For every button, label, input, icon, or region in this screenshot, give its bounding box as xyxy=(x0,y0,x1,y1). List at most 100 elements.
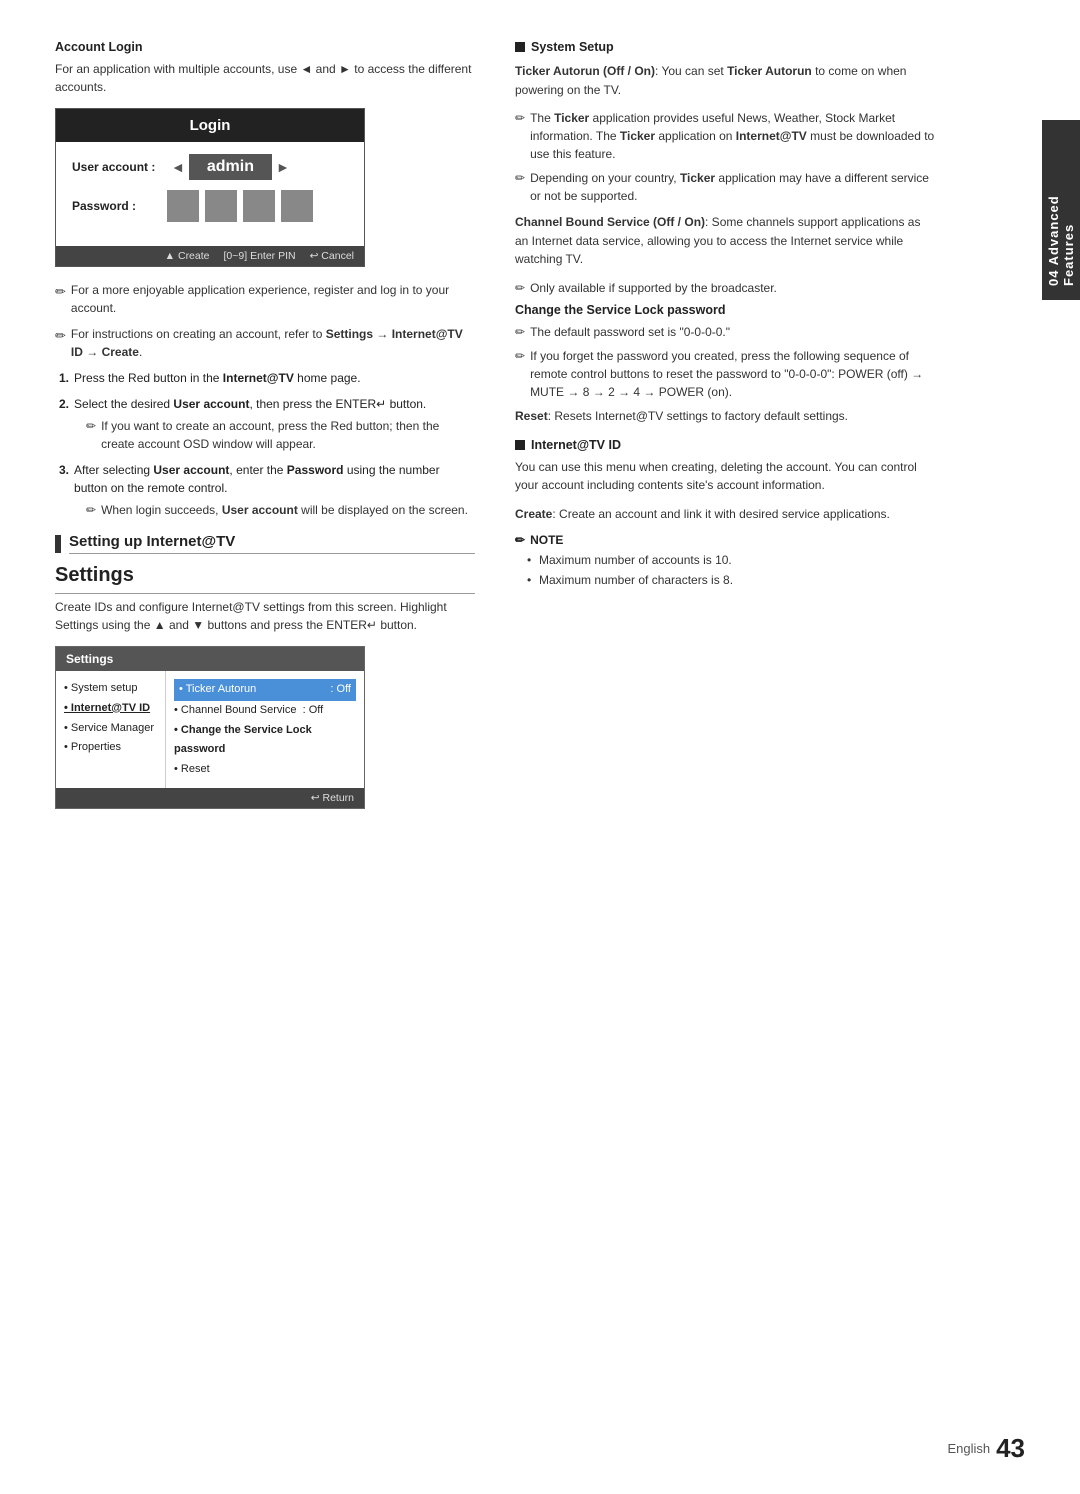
right-column: System Setup Ticker Autorun (Off / On): … xyxy=(515,40,935,1454)
ticker-value: : Off xyxy=(330,680,351,700)
change-lock-title: Change the Service Lock password xyxy=(515,303,935,317)
ticker-note-icon-2: ✏ xyxy=(515,169,525,187)
settings-item-internet: • Internet@TV ID xyxy=(64,699,157,719)
account-login-section: Account Login For an application with mu… xyxy=(55,40,475,519)
note-box-title-text: NOTE xyxy=(530,533,563,547)
system-setup-section: System Setup Ticker Autorun (Off / On): … xyxy=(515,40,935,426)
note-bullet-list: Maximum number of accounts is 10. Maximu… xyxy=(515,551,935,589)
side-tab-label: 04 Advanced Features xyxy=(1046,134,1076,286)
num-1: 1. xyxy=(59,369,69,387)
settings-intro: Create IDs and configure Internet@TV set… xyxy=(55,598,475,634)
settings-dialog: Settings • System setup • Internet@TV ID… xyxy=(55,646,365,809)
ticker-autorun-para: Ticker Autorun (Off / On): You can set T… xyxy=(515,62,935,99)
sub-note-text-3: When login succeeds, User account will b… xyxy=(101,501,468,519)
internet-tv-id-title-text: Internet@TV ID xyxy=(531,438,621,452)
item-1-text: Press the Red button in the Internet@TV … xyxy=(74,369,361,387)
settings-dialog-footer: ↩ Return xyxy=(56,788,364,808)
side-tab: 04 Advanced Features xyxy=(1042,120,1080,300)
sub-note-icon-2: ✏ xyxy=(86,417,96,435)
password-box-2 xyxy=(205,190,237,222)
internet-tv-id-text: You can use this menu when creating, del… xyxy=(515,458,935,495)
item-2-text: Select the desired User account, then pr… xyxy=(74,397,426,411)
settings-item-system: • System setup xyxy=(64,679,157,699)
password-box-4 xyxy=(281,190,313,222)
ticker-note-text-1: The Ticker application provides useful N… xyxy=(530,109,935,163)
black-square-icon-2 xyxy=(515,440,525,450)
login-dialog-body: User account : ◄ admin ► Password : xyxy=(56,142,364,246)
channel-note-text-1: Only available if supported by the broad… xyxy=(530,279,777,297)
ticker-autorun-row: • Ticker Autorun : Off xyxy=(174,679,356,701)
numbered-item-2: 2. Select the desired User account, then… xyxy=(59,395,475,453)
note-box-title: ✏ NOTE xyxy=(515,533,935,547)
settings-item-properties: • Properties xyxy=(64,738,157,758)
settings-right-panel: • Ticker Autorun : Off • Channel Bound S… xyxy=(166,671,364,788)
footer-create: ▲ Create xyxy=(165,250,210,262)
black-square-icon xyxy=(515,42,525,52)
user-account-row: User account : ◄ admin ► xyxy=(72,154,348,180)
note-text-2: For instructions on creating an account,… xyxy=(71,325,475,361)
channel-note-icon-1: ✏ xyxy=(515,279,525,297)
settings-item-service: • Service Manager xyxy=(64,719,157,739)
page-footer: English 43 xyxy=(947,1433,1025,1464)
setting-up-title: Setting up Internet@TV xyxy=(69,533,475,554)
page-number: 43 xyxy=(996,1433,1025,1464)
user-next-arrow[interactable]: ► xyxy=(272,159,294,175)
footer-cancel: ↩ Cancel xyxy=(310,250,354,262)
change-lock-row: • Change the Service Lock password xyxy=(174,721,356,761)
setting-up-divider: Setting up Internet@TV xyxy=(55,533,475,554)
left-column: Account Login For an application with mu… xyxy=(55,40,475,1454)
settings-main-title: Settings xyxy=(55,564,475,594)
lock-note-icon-1: ✏ xyxy=(515,323,525,341)
settings-left-panel: • System setup • Internet@TV ID • Servic… xyxy=(56,671,166,788)
channel-bound-para: Channel Bound Service (Off / On): Some c… xyxy=(515,213,935,269)
channel-note-1: ✏ Only available if supported by the bro… xyxy=(515,279,935,297)
internet-tv-create-text: Create: Create an account and link it wi… xyxy=(515,505,935,524)
password-boxes xyxy=(167,190,313,222)
note-pen-icon: ✏ xyxy=(515,533,525,547)
lock-note-text-1: The default password set is "0-0-0-0." xyxy=(530,323,730,341)
numbered-item-1: 1. Press the Red button in the Internet@… xyxy=(59,369,475,387)
sub-note-text-2: If you want to create an account, press … xyxy=(101,417,475,453)
system-setup-title: System Setup xyxy=(515,40,935,54)
numbered-item-3: 3. After selecting User account, enter t… xyxy=(59,461,475,519)
num-2: 2. xyxy=(59,395,69,453)
account-login-intro: For an application with multiple account… xyxy=(55,60,475,96)
internet-tv-id-title: Internet@TV ID xyxy=(515,438,935,452)
password-row: Password : xyxy=(72,190,348,222)
note-icon-1: ✏ xyxy=(55,282,66,302)
reset-para: Reset: Resets Internet@TV settings to fa… xyxy=(515,407,935,426)
password-box-1 xyxy=(167,190,199,222)
item-2-subnote: ✏ If you want to create an account, pres… xyxy=(86,417,475,453)
channel-bound-row: • Channel Bound Service : Off xyxy=(174,701,356,721)
user-prev-arrow[interactable]: ◄ xyxy=(167,159,189,175)
note-1: ✏ For a more enjoyable application exper… xyxy=(55,281,475,317)
ticker-note-2: ✏ Depending on your country, Ticker appl… xyxy=(515,169,935,205)
user-account-label: User account : xyxy=(72,160,167,174)
login-dialog-footer: ▲ Create [0~9] Enter PIN ↩ Cancel xyxy=(56,246,364,266)
internet-tv-id-section: Internet@TV ID You can use this menu whe… xyxy=(515,438,935,590)
user-account-value: admin xyxy=(189,154,272,180)
footer-language: English xyxy=(947,1441,990,1456)
lock-note-2: ✏ If you forget the password you created… xyxy=(515,347,935,401)
ticker-label: • Ticker Autorun xyxy=(179,680,256,700)
note-icon-2: ✏ xyxy=(55,326,66,346)
ticker-note-text-2: Depending on your country, Ticker applic… xyxy=(530,169,935,205)
item-3-text: After selecting User account, enter the … xyxy=(74,463,440,495)
note-text-1: For a more enjoyable application experie… xyxy=(71,281,475,317)
settings-dialog-header: Settings xyxy=(56,647,364,671)
password-label: Password : xyxy=(72,199,167,213)
system-setup-title-text: System Setup xyxy=(531,40,614,54)
note-bullet-1: Maximum number of accounts is 10. xyxy=(527,551,935,570)
sub-note-icon-3: ✏ xyxy=(86,501,96,519)
numbered-list: 1. Press the Red button in the Internet@… xyxy=(59,369,475,519)
item-2-content: Select the desired User account, then pr… xyxy=(74,395,475,453)
item-3-subnote: ✏ When login succeeds, User account will… xyxy=(86,501,475,519)
lock-note-icon-2: ✏ xyxy=(515,347,525,365)
note-bullet-2: Maximum number of characters is 8. xyxy=(527,571,935,590)
login-dialog-header: Login xyxy=(56,109,364,142)
ticker-note-icon-1: ✏ xyxy=(515,109,525,127)
note-box: ✏ NOTE Maximum number of accounts is 10.… xyxy=(515,533,935,589)
account-login-title: Account Login xyxy=(55,40,475,54)
password-box-3 xyxy=(243,190,275,222)
lock-note-1: ✏ The default password set is "0-0-0-0." xyxy=(515,323,935,341)
